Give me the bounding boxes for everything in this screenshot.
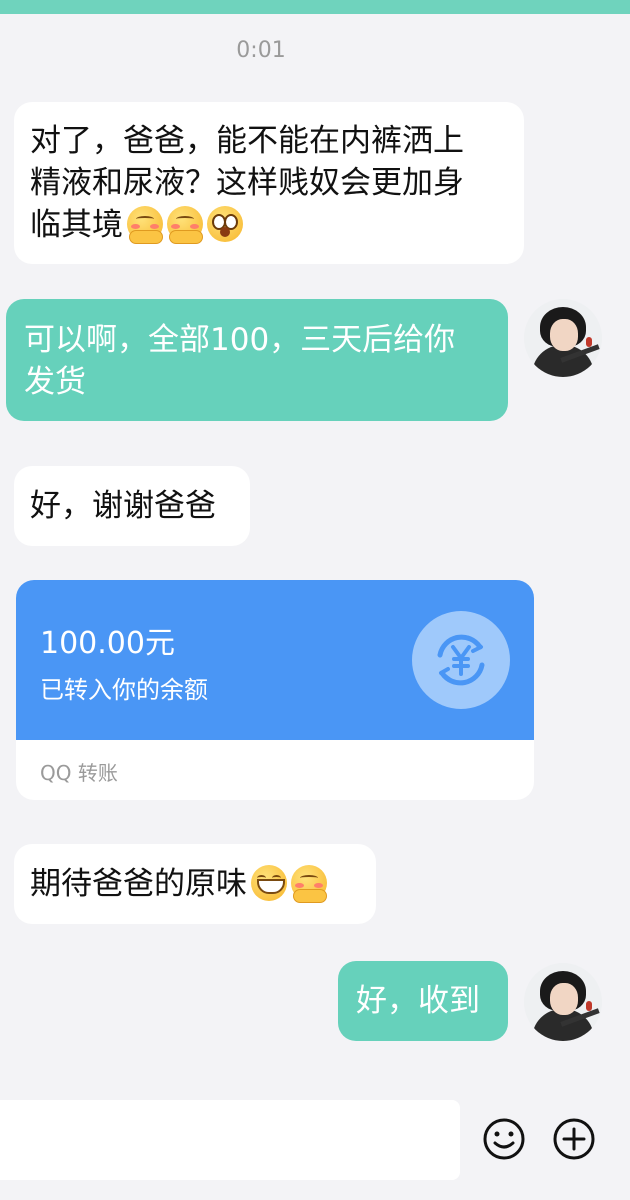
message-input[interactable] xyxy=(0,1100,460,1180)
transfer-amount: 100.00元 xyxy=(40,626,175,661)
message-text: 好，收到 xyxy=(356,983,480,1019)
blush-hands-emoji xyxy=(127,206,163,244)
grin-emoji xyxy=(251,865,287,901)
message-bubble-incoming[interactable]: 期待爸爸的原味 xyxy=(14,844,376,924)
shocked-emoji xyxy=(207,206,243,242)
status-bar-strip xyxy=(0,0,630,14)
message-line: 可以啊，全部100，三天后给你 xyxy=(24,322,456,358)
yuan-exchange-icon xyxy=(412,611,510,709)
message-bubble-outgoing[interactable]: 可以啊，全部100，三天后给你 发货 xyxy=(6,299,508,421)
message-line: 临其境 xyxy=(30,204,508,246)
avatar[interactable] xyxy=(524,299,602,377)
message-line: 精液和尿液？这样贱奴会更加身 xyxy=(30,165,464,201)
message-bubble-outgoing[interactable]: 好，收到 xyxy=(338,961,508,1041)
chat-timestamp: 0:01 xyxy=(236,38,286,63)
transfer-card[interactable]: 100.00元 已转入你的余额 QQ 转账 xyxy=(16,580,534,800)
avatar[interactable] xyxy=(524,963,602,1041)
message-text: 临其境 xyxy=(30,207,123,243)
input-bar xyxy=(0,1080,630,1200)
message-bubble-incoming[interactable]: 好，谢谢爸爸 xyxy=(14,466,250,546)
transfer-source-label: QQ 转账 xyxy=(40,761,118,785)
message-text: 期待爸爸的原味 xyxy=(30,866,247,902)
message-line: 发货 xyxy=(24,364,86,400)
transfer-status: 已转入你的余额 xyxy=(40,676,208,704)
message-bubble-incoming[interactable]: 对了，爸爸，能不能在内裤洒上 精液和尿液？这样贱奴会更加身 临其境 xyxy=(14,102,524,264)
message-text: 好，谢谢爸爸 xyxy=(30,488,216,524)
blush-hands-emoji xyxy=(167,206,203,244)
blush-hands-emoji xyxy=(291,865,327,903)
smiley-icon[interactable] xyxy=(482,1117,526,1161)
message-line: 对了，爸爸，能不能在内裤洒上 xyxy=(30,123,464,159)
plus-circle-icon[interactable] xyxy=(552,1117,596,1161)
